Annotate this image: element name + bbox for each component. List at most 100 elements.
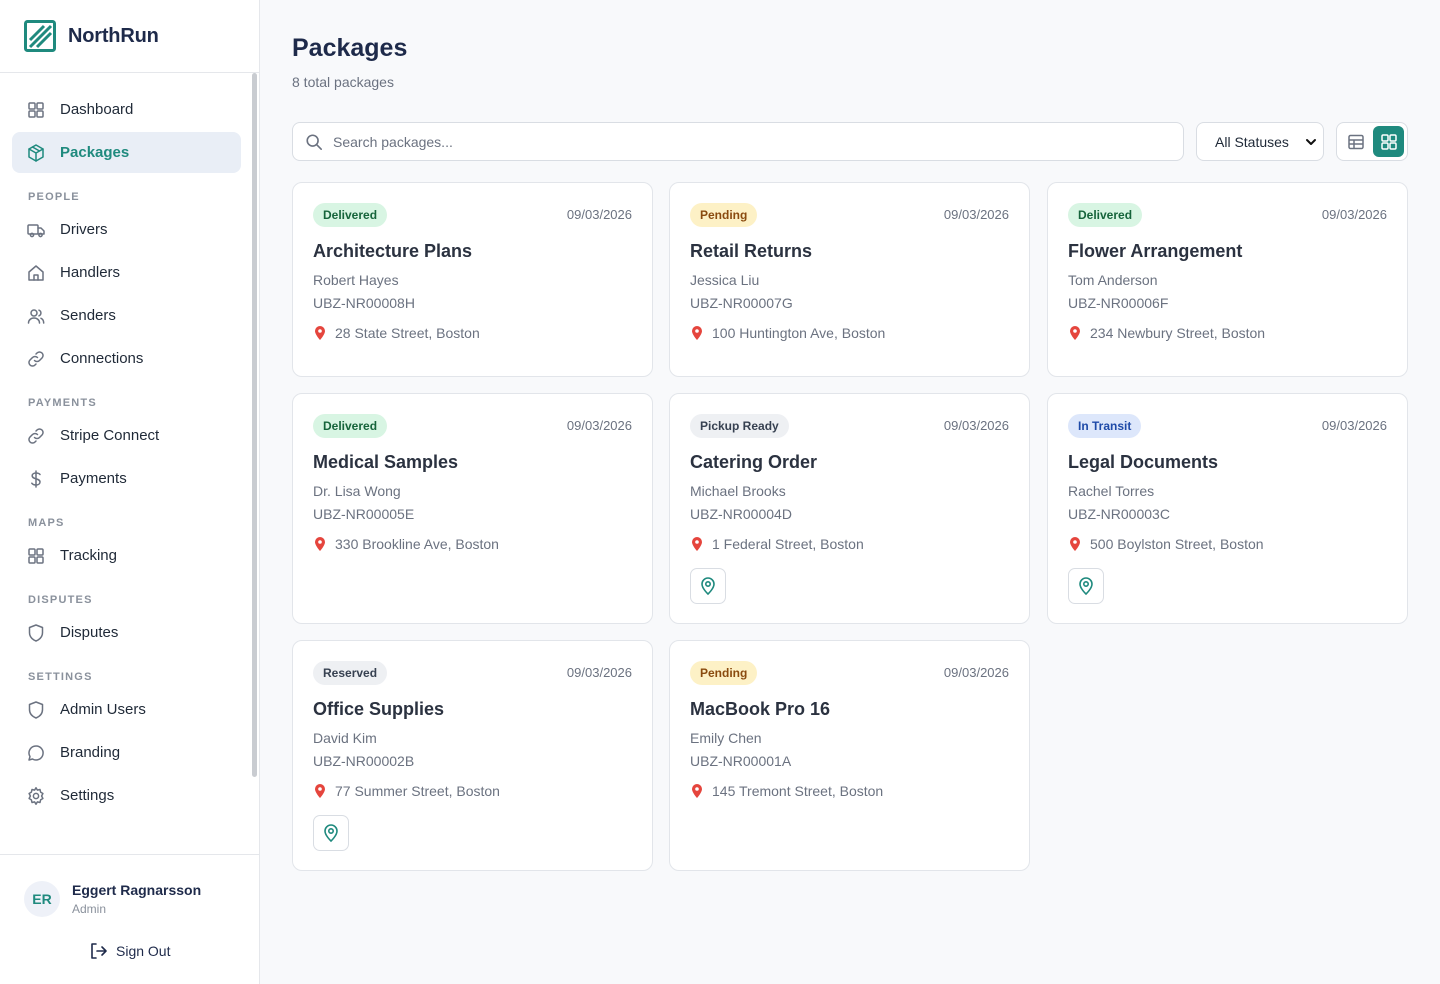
sidebar-section-maps: MAPS xyxy=(28,517,65,529)
sign-out-button[interactable]: Sign Out xyxy=(88,941,170,961)
package-address-text: 100 Huntington Ave, Boston xyxy=(712,325,886,341)
map-pin-icon xyxy=(315,537,325,551)
sidebar-item-connections[interactable]: Connections xyxy=(12,338,241,379)
sidebar-item-label: Handlers xyxy=(60,264,121,281)
status-badge: Delivered xyxy=(313,414,388,438)
package-address: 28 State Street, Boston xyxy=(313,325,480,341)
status-badge: In Transit xyxy=(1068,414,1142,438)
brand-name: NorthRun xyxy=(68,24,159,47)
northrun-logo-icon xyxy=(24,20,56,52)
users-icon xyxy=(27,308,45,324)
package-address: 145 Tremont Street, Boston xyxy=(690,783,883,799)
page-subtitle: 8 total packages xyxy=(292,74,394,90)
status-badge: Pickup Ready xyxy=(690,414,789,438)
map-pin-icon xyxy=(692,326,702,340)
shield-icon xyxy=(28,700,44,719)
status-filter-select[interactable]: All Statuses xyxy=(1196,122,1324,161)
sidebar-item-tracking[interactable]: Tracking xyxy=(12,535,241,576)
package-address: 100 Huntington Ave, Boston xyxy=(690,325,885,341)
package-card[interactable]: Pending 09/03/2026 MacBook Pro 16 Emily Che… xyxy=(669,640,1030,871)
track-location-button[interactable] xyxy=(313,815,349,851)
package-recipient: Jessica Liu xyxy=(690,272,760,288)
sidebar-item-payments[interactable]: Payments xyxy=(12,458,241,499)
sidebar-item-label: Tracking xyxy=(60,547,117,564)
package-recipient: Robert Hayes xyxy=(313,272,399,288)
search-input[interactable] xyxy=(333,133,1153,150)
location-pin-icon xyxy=(324,824,338,843)
sidebar-item-label: Stripe Connect xyxy=(60,427,160,444)
status-filter-value: All Statuses xyxy=(1215,133,1289,150)
package-recipient: Rachel Torres xyxy=(1068,483,1155,499)
home-icon xyxy=(28,264,44,281)
sidebar-item-label: Payments xyxy=(60,470,127,487)
package-date: 09/03/2026 xyxy=(566,665,632,680)
package-address-text: 77 Summer Street, Boston xyxy=(335,783,500,799)
sign-out-icon xyxy=(91,943,107,959)
status-badge: Reserved xyxy=(313,661,388,685)
package-card[interactable]: Delivered 09/03/2026 Flower Arrangement Tom… xyxy=(1047,182,1408,377)
package-title: Architecture Plans xyxy=(313,241,473,261)
package-date: 09/03/2026 xyxy=(943,665,1009,680)
package-title: Retail Returns xyxy=(690,241,813,261)
package-card[interactable]: Pickup Ready 09/03/2026 Catering Order Mich… xyxy=(669,393,1030,624)
sidebar-section-disputes: DISPUTES xyxy=(28,594,93,606)
status-badge: Delivered xyxy=(1068,203,1143,227)
package-card[interactable]: Delivered 09/03/2026 Architecture Plans Rob… xyxy=(292,182,653,377)
sidebar-nav: Dashboard Packages PEOPLE Drivers Handlers Se… xyxy=(0,73,259,854)
package-card[interactable]: Reserved 09/03/2026 Office Supplies David K… xyxy=(292,640,653,871)
package-card[interactable]: Pending 09/03/2026 Retail Returns Jessica L… xyxy=(669,182,1030,377)
package-code: UBZ-NR00005E xyxy=(313,506,415,522)
package-recipient: Emily Chen xyxy=(690,730,762,746)
status-badge: Pending xyxy=(690,661,758,685)
track-location-button[interactable] xyxy=(690,568,726,604)
package-recipient: Dr. Lisa Wong xyxy=(313,483,401,499)
sidebar-item-label: Branding xyxy=(60,744,121,761)
package-title: Flower Arrangement xyxy=(1068,241,1243,261)
package-address-text: 145 Tremont Street, Boston xyxy=(712,783,884,799)
package-date: 09/03/2026 xyxy=(1321,418,1387,433)
package-address: 1 Federal Street, Boston xyxy=(690,536,864,552)
dashboard-icon xyxy=(28,101,44,118)
sidebar-item-label: Packages xyxy=(60,144,130,161)
sidebar-item-packages[interactable]: Packages xyxy=(12,132,241,173)
sidebar-item-senders[interactable]: Senders xyxy=(12,295,241,336)
package-code: UBZ-NR00008H xyxy=(313,295,415,311)
sidebar-item-label: Drivers xyxy=(60,221,108,238)
package-title: Medical Samples xyxy=(313,452,459,472)
shield-icon xyxy=(28,623,44,642)
sign-out-label: Sign Out xyxy=(116,943,171,959)
package-card[interactable]: Delivered 09/03/2026 Medical Samples Dr. Li… xyxy=(292,393,653,624)
brand[interactable]: NorthRun xyxy=(0,0,259,73)
sidebar-item-drivers[interactable]: Drivers xyxy=(12,209,241,250)
package-address: 234 Newbury Street, Boston xyxy=(1068,325,1265,341)
location-pin-icon xyxy=(701,577,715,596)
grid-view-button[interactable] xyxy=(1373,126,1404,157)
location-pin-icon xyxy=(1079,577,1093,596)
sidebar-item-dashboard[interactable]: Dashboard xyxy=(12,89,241,130)
user-role: Admin xyxy=(72,902,107,916)
package-address-text: 28 State Street, Boston xyxy=(335,325,480,341)
package-recipient: Tom Anderson xyxy=(1068,272,1158,288)
sidebar-item-disputes[interactable]: Disputes xyxy=(12,612,241,653)
package-date: 09/03/2026 xyxy=(1321,207,1387,222)
package-card[interactable]: In Transit 09/03/2026 Legal Documents Rache… xyxy=(1047,393,1408,624)
search-box xyxy=(292,122,1184,161)
sidebar-item-settings[interactable]: Settings xyxy=(12,775,241,816)
sidebar-item-admin-users[interactable]: Admin Users xyxy=(12,689,241,730)
avatar[interactable]: ER xyxy=(24,881,60,917)
package-address: 330 Brookline Ave, Boston xyxy=(313,536,499,552)
sidebar: NorthRun Dashboard Packages PEOPLE Drivers H… xyxy=(0,0,260,984)
package-address: 77 Summer Street, Boston xyxy=(313,783,500,799)
package-date: 09/03/2026 xyxy=(943,418,1009,433)
package-code: UBZ-NR00003C xyxy=(1068,506,1170,522)
table-view-button[interactable] xyxy=(1340,126,1371,157)
sidebar-item-branding[interactable]: Branding xyxy=(12,732,241,773)
sidebar-item-handlers[interactable]: Handlers xyxy=(12,252,241,293)
table-icon xyxy=(1347,134,1364,149)
package-address-text: 330 Brookline Ave, Boston xyxy=(335,536,499,552)
sidebar-scrollbar[interactable] xyxy=(252,73,257,777)
sidebar-item-stripe-connect[interactable]: Stripe Connect xyxy=(12,415,241,456)
chevron-down-icon xyxy=(1306,139,1316,145)
track-location-button[interactable] xyxy=(1068,568,1104,604)
package-code: UBZ-NR00004D xyxy=(690,506,792,522)
